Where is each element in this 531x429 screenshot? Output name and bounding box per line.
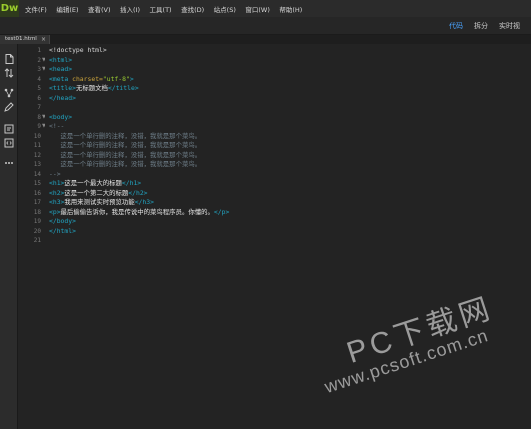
line-number: 8: [37, 113, 41, 121]
code-line[interactable]: 这是一个单行删的注释，没错，我就是那个菜鸟。: [49, 160, 202, 170]
code-line[interactable]: <!doctype html>: [49, 46, 107, 56]
line-number: 13: [33, 161, 41, 168]
menu-item[interactable]: 文件(F): [25, 4, 47, 14]
code-line[interactable]: <meta charset="utf-8">: [49, 75, 134, 85]
code-line[interactable]: </body>: [49, 217, 76, 227]
view-tab[interactable]: 拆分: [474, 21, 488, 31]
menu-item[interactable]: 查找(D): [181, 4, 204, 14]
sort-icon[interactable]: [4, 68, 14, 78]
code-line[interactable]: <p>最后偷偷告诉你，我是传说中的菜鸟程序员。你懂的。</p>: [49, 208, 229, 218]
line-number: 4: [37, 75, 41, 83]
code-line[interactable]: -->: [49, 170, 61, 180]
line-number: 21: [33, 237, 41, 244]
more-icon[interactable]: [4, 158, 14, 168]
outline-icon[interactable]: [4, 124, 14, 134]
code-line[interactable]: <html>: [49, 56, 72, 66]
pen-icon[interactable]: [4, 102, 14, 112]
code-line[interactable]: <!--: [49, 122, 64, 132]
view-bar: 代码 拆分 实时视: [0, 17, 531, 35]
code-line[interactable]: 这是一个单行删的注释，没错，我就是那个菜鸟。: [49, 132, 202, 142]
line-number: 15: [33, 180, 41, 187]
line-number: 12: [33, 151, 41, 159]
menu-item[interactable]: 工具(T): [150, 4, 172, 14]
view-tab[interactable]: 代码: [449, 21, 463, 31]
document-tab-label: test01.html: [5, 36, 37, 42]
menu-item[interactable]: 站点(S): [214, 4, 236, 14]
code-line[interactable]: 这是一个单行删的注释，没错，我就是那个菜鸟。: [49, 151, 202, 161]
code-icon[interactable]: [4, 138, 14, 148]
line-number: 11: [33, 142, 41, 149]
view-tab[interactable]: 实时视: [499, 21, 520, 31]
view-tabs: 代码 拆分 实时视: [449, 17, 531, 35]
code-line[interactable]: 这是一个单行删的注释，没错，我就是那个菜鸟。: [49, 141, 202, 151]
line-number: 6: [37, 94, 41, 102]
code-line[interactable]: </head>: [49, 94, 76, 104]
line-number: 5: [37, 85, 41, 92]
line-number: 9: [37, 123, 41, 130]
menu-item[interactable]: 插入(I): [120, 4, 140, 14]
code-line[interactable]: <title>无标题文档</title>: [49, 84, 139, 94]
menu-item[interactable]: 编辑(E): [56, 4, 78, 14]
line-number: 1: [37, 47, 41, 54]
code-line[interactable]: <h3>我用来测试实时预览功能</h3>: [49, 198, 154, 208]
menu-bar: Dw 文件(F) 编辑(E) 查看(V) 插入(I) 工具(T) 查找(D) 站点(S) 窗口…: [0, 0, 531, 17]
document-tab-strip: test01.html ×: [0, 35, 531, 44]
line-number: 19: [33, 218, 41, 225]
code-toolbar: [0, 44, 18, 429]
line-number: 3: [37, 66, 41, 73]
app-logo[interactable]: Dw: [0, 0, 19, 17]
line-number: 7: [37, 104, 41, 111]
menu-item[interactable]: 帮助(H): [279, 4, 302, 14]
menu-item[interactable]: 查看(V): [88, 4, 111, 14]
line-number: 16: [33, 189, 41, 197]
code-editor[interactable]: <!doctype html> <html> <head> <meta charset…: [45, 44, 531, 429]
code-line[interactable]: <head>: [49, 65, 72, 75]
code-line[interactable]: </html>: [49, 227, 76, 237]
code-line[interactable]: <h1>这是一个最大的标题</h1>: [49, 179, 141, 189]
code-line[interactable]: <h2>这是一个第二大的标题</h2>: [49, 189, 148, 199]
line-number: 20: [33, 227, 41, 235]
line-number-gutter: 1 2 ▼ 3 ▼ 4 5 6 7 8 ▼ 9 ▼ 10 11 12 13 14 15 16 17 18 19 20 21: [19, 44, 46, 429]
menu-item[interactable]: 窗口(W): [245, 4, 270, 14]
line-number: 2: [37, 56, 41, 64]
line-number: 14: [33, 170, 41, 178]
document-tab[interactable]: test01.html ×: [0, 35, 50, 44]
file-icon[interactable]: [4, 54, 14, 64]
line-number: 17: [33, 199, 41, 206]
line-number: 18: [33, 208, 41, 216]
menu-list: 文件(F) 编辑(E) 查看(V) 插入(I) 工具(T) 查找(D) 站点(S) 窗口(W)…: [25, 4, 312, 14]
close-icon[interactable]: ×: [41, 35, 46, 44]
line-number: 10: [33, 132, 41, 140]
code-nav-icon[interactable]: [4, 88, 14, 98]
code-line[interactable]: <body>: [49, 113, 72, 123]
